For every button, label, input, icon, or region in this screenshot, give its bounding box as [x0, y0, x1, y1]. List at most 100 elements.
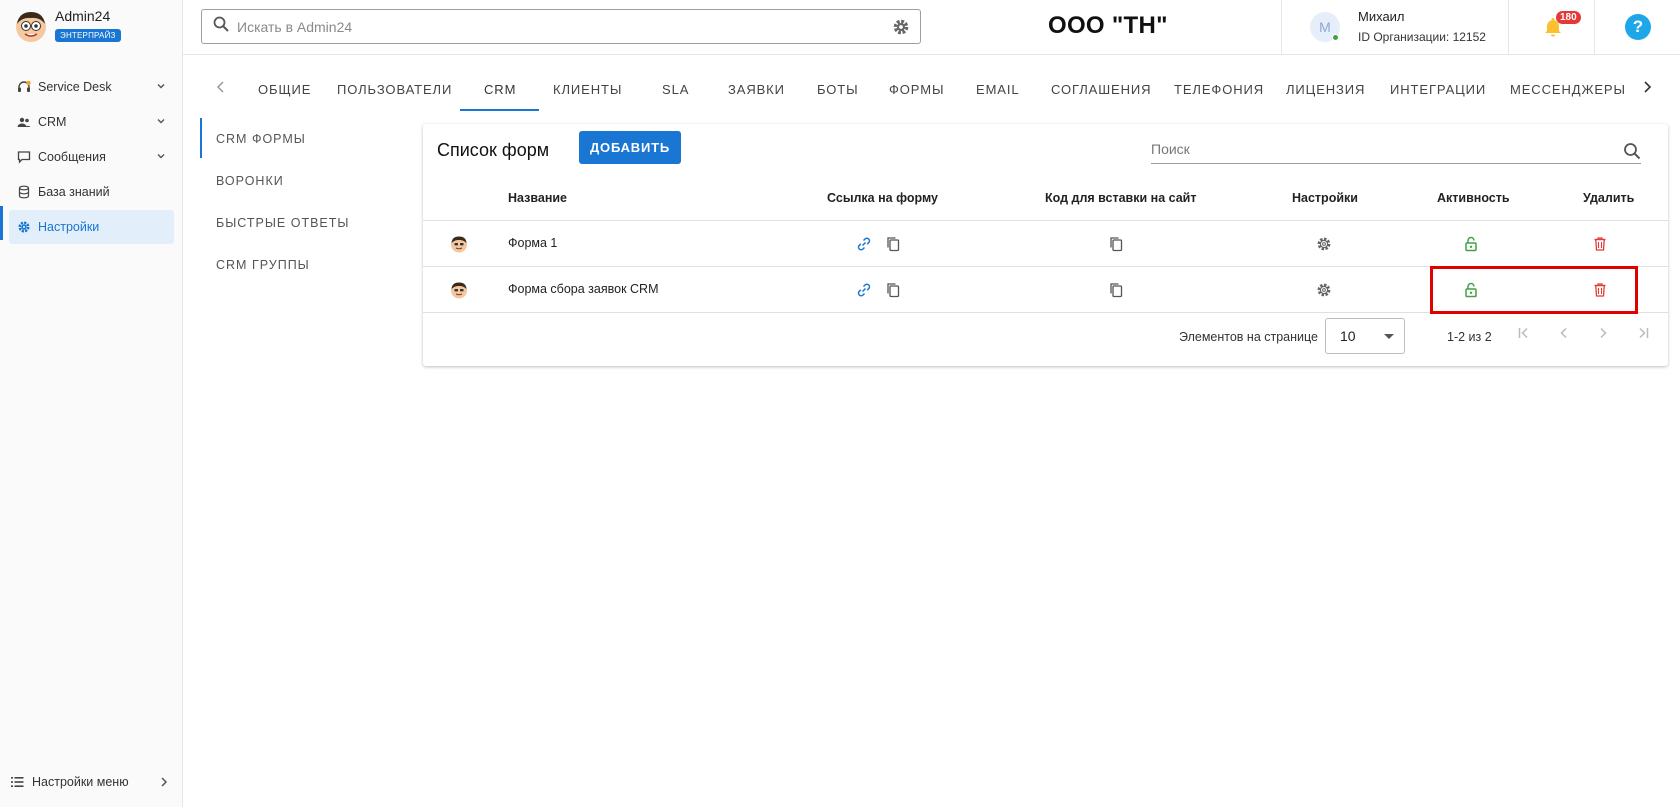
- avatar-initial: М: [1319, 19, 1331, 35]
- column-settings: Настройки: [1292, 191, 1358, 205]
- table-pagination: Элементов на странице 10 1-2 из 2: [423, 308, 1668, 364]
- sidebar-nav: Service Desk CRM Сообщения База знаний Н…: [0, 70, 183, 245]
- tab-sla[interactable]: SLA: [662, 82, 689, 97]
- search-settings-gear-icon[interactable]: [892, 18, 910, 41]
- tab-clients[interactable]: КЛИЕНТЫ: [553, 82, 622, 97]
- global-search-input[interactable]: [237, 18, 877, 35]
- sidebar-item-label: Настройки: [38, 220, 100, 234]
- link-icon[interactable]: [856, 282, 872, 303]
- subnav-crm-forms[interactable]: CRM ФОРМЫ: [200, 118, 370, 160]
- headset-icon: [17, 80, 31, 94]
- brand-name: Admin24: [55, 8, 111, 24]
- gear-icon: [17, 220, 31, 234]
- notifications[interactable]: 180: [1509, 0, 1595, 55]
- chevron-down-icon: [156, 115, 166, 129]
- plan-badge: ЭНТЕРПРАЙЗ: [55, 29, 121, 42]
- sidebar-item-label: База знаний: [38, 185, 110, 199]
- tab-requests[interactable]: ЗАЯВКИ: [728, 82, 785, 97]
- brand[interactable]: Admin24 ЭНТЕРПРАЙЗ: [14, 8, 121, 43]
- tab-messengers[interactable]: МЕССЕНДЖЕРЫ: [1510, 82, 1626, 97]
- list-icon: [11, 776, 24, 788]
- database-icon: [17, 185, 31, 199]
- chevron-down-icon: [156, 80, 166, 94]
- help-icon[interactable]: ?: [1625, 14, 1651, 40]
- search-icon: [213, 16, 229, 37]
- chat-icon: [17, 150, 31, 164]
- active-subnav-indicator: [200, 118, 202, 158]
- organization-title: ООО "ТН": [1048, 12, 1168, 39]
- items-per-page-label: Элементов на странице: [1179, 330, 1318, 344]
- active-tab-indicator: [460, 109, 539, 111]
- menu-settings-button[interactable]: Настройки меню: [0, 769, 183, 795]
- sidebar-item-settings[interactable]: Настройки: [9, 210, 174, 244]
- dropdown-caret-icon: [1384, 334, 1394, 339]
- notification-count-badge: 180: [1556, 11, 1581, 24]
- sidebar-item-label: Сообщения: [38, 150, 106, 164]
- active-lock-open-icon[interactable]: [1463, 236, 1479, 257]
- tab-general[interactable]: ОБЩИЕ: [258, 82, 311, 97]
- next-page-icon[interactable]: [1595, 325, 1611, 346]
- forms-search[interactable]: [1151, 136, 1641, 164]
- top-header: ООО "ТН" М Михаил ID Организации: 12152 …: [183, 0, 1680, 55]
- tab-crm[interactable]: CRM: [484, 82, 516, 97]
- column-delete: Удалить: [1583, 191, 1635, 205]
- copy-link-icon[interactable]: [885, 236, 901, 257]
- search-icon[interactable]: [1623, 142, 1641, 165]
- subnav-quick-replies[interactable]: БЫСТРЫЕ ОТВЕТЫ: [200, 202, 370, 244]
- sidebar-item-crm[interactable]: CRM: [9, 105, 174, 139]
- sidebar: Admin24 ЭНТЕРПРАЙЗ Service Desk CRM Сооб…: [0, 0, 183, 807]
- organization-id: ID Организации: 12152: [1358, 30, 1486, 44]
- user-name: Михаил: [1358, 9, 1405, 24]
- items-per-page-value: 10: [1340, 328, 1356, 344]
- form-name[interactable]: Форма сбора заявок CRM: [508, 282, 658, 296]
- forms-search-input[interactable]: [1151, 136, 1591, 162]
- page-range: 1-2 из 2: [1447, 330, 1492, 344]
- copy-embed-code-icon[interactable]: [1108, 236, 1124, 257]
- active-indicator: [0, 206, 3, 240]
- add-form-button[interactable]: ДОБАВИТЬ: [579, 131, 681, 164]
- previous-page-icon[interactable]: [1556, 325, 1572, 346]
- tab-bots[interactable]: БОТЫ: [817, 82, 859, 97]
- chevron-right-icon: [159, 776, 169, 791]
- tab-forms[interactable]: ФОРМЫ: [889, 82, 944, 97]
- settings-tabs: ОБЩИЕ ПОЛЬЗОВАТЕЛИ CRM КЛИЕНТЫ SLA ЗАЯВК…: [183, 69, 1680, 111]
- forms-list-card: Список форм ДОБАВИТЬ Название Ссылка на …: [423, 124, 1668, 366]
- first-page-icon[interactable]: [1516, 325, 1532, 346]
- tab-license[interactable]: ЛИЦЕНЗИЯ: [1286, 82, 1365, 97]
- tab-users[interactable]: ПОЛЬЗОВАТЕЛИ: [337, 82, 452, 97]
- table-row[interactable]: Форма 1: [423, 221, 1668, 267]
- highlight-box: [1430, 266, 1638, 314]
- sidebar-item-knowledge-base[interactable]: База знаний: [9, 175, 174, 209]
- chevron-right-icon[interactable]: [1641, 79, 1653, 100]
- form-name[interactable]: Форма 1: [508, 236, 557, 250]
- copy-link-icon[interactable]: [885, 282, 901, 303]
- sidebar-item-messages[interactable]: Сообщения: [9, 140, 174, 174]
- last-page-icon[interactable]: [1635, 325, 1651, 346]
- avatar[interactable]: М: [1310, 12, 1340, 42]
- link-icon[interactable]: [856, 236, 872, 257]
- tab-integrations[interactable]: ИНТЕГРАЦИИ: [1390, 82, 1486, 97]
- user-menu[interactable]: М Михаил ID Организации: 12152: [1281, 0, 1509, 55]
- crm-subnav: CRM ФОРМЫ ВОРОНКИ БЫСТРЫЕ ОТВЕТЫ CRM ГРУ…: [200, 118, 370, 286]
- form-settings-gear-icon[interactable]: [1316, 282, 1332, 303]
- tab-agreements[interactable]: СОГЛАШЕНИЯ: [1051, 82, 1151, 97]
- column-name[interactable]: Название: [508, 191, 567, 205]
- people-icon: [17, 115, 31, 129]
- tab-telephony[interactable]: ТЕЛЕФОНИЯ: [1174, 82, 1264, 97]
- form-settings-gear-icon[interactable]: [1316, 236, 1332, 257]
- online-status-dot: [1332, 34, 1339, 41]
- chevron-left-icon[interactable]: [215, 79, 227, 100]
- sidebar-item-label: Service Desk: [38, 80, 112, 94]
- global-search[interactable]: [201, 9, 921, 44]
- delete-icon[interactable]: [1592, 236, 1608, 257]
- subnav-crm-groups[interactable]: CRM ГРУППЫ: [200, 244, 370, 286]
- card-title: Список форм: [437, 140, 550, 160]
- form-avatar-icon: [450, 235, 468, 258]
- sidebar-item-service-desk[interactable]: Service Desk: [9, 70, 174, 104]
- items-per-page-select[interactable]: 10: [1325, 318, 1405, 354]
- copy-embed-code-icon[interactable]: [1108, 282, 1124, 303]
- mascot-logo-icon: [16, 11, 46, 42]
- tab-email[interactable]: EMAIL: [976, 82, 1020, 97]
- subnav-funnels[interactable]: ВОРОНКИ: [200, 160, 370, 202]
- menu-settings-label: Настройки меню: [32, 775, 129, 789]
